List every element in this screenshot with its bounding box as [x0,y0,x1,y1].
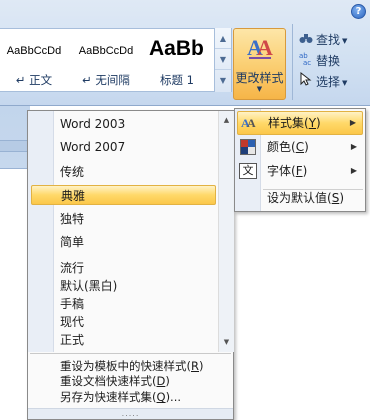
save-as-suffix: )... [165,390,182,404]
replace-icon: ab ac [298,51,314,71]
style-set-item[interactable]: 手稿 [60,294,84,314]
menu-gutter [28,111,54,352]
fonts-menu-item[interactable]: 文 字体(F) ▶ [237,160,363,184]
reset-template-key: R [191,359,199,373]
reset-document-styles-item[interactable]: 重设文档快速样式(D) [60,374,170,388]
save-as-text: 另存为快速样式集( [60,390,157,404]
style-set-item[interactable]: 正式 [60,330,84,350]
replace-label: 替换 [316,54,341,68]
change-styles-icon: A A [247,35,273,60]
style-set-item[interactable]: 简单 [60,232,84,252]
reset-template-close: ) [199,359,204,373]
svg-text:A: A [257,35,273,60]
reset-template-styles-item[interactable]: 重设为模板中的快速样式(R) [60,359,204,373]
colors-icon [239,139,257,155]
colors-menu-item[interactable]: 颜色(C) ▶ [237,136,363,160]
style-normal[interactable]: AaBbCcDd ↵ 正文 [0,31,68,89]
fonts-label: 字体(F) [267,164,308,178]
chevron-right-icon: ▶ [350,166,357,175]
fonts-icon: 文 [239,163,257,179]
find-label: 查找 [316,33,341,47]
select-label: 选择 [316,75,341,89]
select-chevron-icon: ▼ [342,78,348,87]
style-normal-name: ↵ 正文 [15,73,53,87]
style-set-item[interactable]: Word 2007 [60,137,125,157]
chevron-right-icon: ▶ [350,142,357,151]
style-set-item[interactable]: 默认(黑白) [60,276,117,296]
help-icon[interactable]: ? [351,4,366,19]
ruler [0,140,30,152]
save-as-key: Q [156,390,166,404]
ribbon: ? AaBbCcDd ↵ 正文 AaBbCcDd ↵ 无间隔 AaBb 标题 1… [0,0,370,106]
style-no-spacing-name: ↵ 无间隔 [82,73,130,87]
menu-scrollbar[interactable]: ▲ ▼ [218,111,234,352]
style-set-icon: AA [240,115,258,131]
chevron-right-icon: ▶ [349,118,356,127]
find-button[interactable]: 查找 ▼ [298,30,366,50]
change-styles-menu: AA 样式集(Y) ▶ 颜色(C) ▶ 文 字体(F) ▶ 设为默认值(S) [234,108,366,212]
resize-grip[interactable]: ..... [28,408,233,419]
find-chevron-icon: ▼ [342,36,348,45]
style-heading-1-sample: AaBb [149,37,204,60]
chevron-down-icon: ▼ [256,85,263,93]
style-heading-1[interactable]: AaBb 标题 1 [143,31,211,89]
style-normal-sample: AaBbCcDd [6,45,62,57]
ribbon-divider [292,24,293,100]
gallery-more-icon[interactable]: ▼ [215,70,231,91]
replace-button[interactable]: ab ac 替换 [298,51,366,71]
colors-label: 颜色(C) [267,140,309,154]
gallery-up-icon[interactable]: ▲ [215,28,231,49]
style-set-item[interactable]: Word 2003 [60,114,125,134]
save-style-set-item[interactable]: 另存为快速样式集(Q)... [60,390,181,404]
style-no-spacing[interactable]: AaBbCcDd ↵ 无间隔 [72,31,140,89]
style-set-item-selected[interactable]: 典雅 [31,185,216,205]
scroll-down-icon[interactable]: ▼ [219,335,234,349]
reset-document-close: ) [165,374,170,388]
style-set-item[interactable]: 独特 [60,209,84,229]
change-styles-button[interactable]: A A 更改样式 ▼ [233,28,286,100]
reset-document-text: 重设文档快速样式( [60,374,157,388]
binoculars-icon [298,30,314,50]
gallery-down-icon[interactable]: ▼ [215,49,231,70]
style-heading-1-name: 标题 1 [160,73,194,87]
svg-text:ac: ac [303,59,311,65]
style-set-menu: Word 2003 Word 2007 传统 典雅 独特 简单 流行 默认(黑白… [27,110,234,420]
style-no-spacing-sample: AaBbCcDd [78,45,134,57]
style-set-label: 样式集(Y) [268,116,321,130]
document-page[interactable] [0,168,30,420]
style-set-item[interactable]: 流行 [60,258,84,278]
set-as-default-label: 设为默认值(S) [267,191,344,205]
svg-text:A: A [247,116,256,129]
style-set-item[interactable]: 传统 [60,162,84,182]
style-set-item[interactable]: 现代 [60,312,84,332]
scroll-up-icon[interactable]: ▲ [219,113,234,127]
change-styles-label: 更改样式 [235,71,284,85]
quick-styles-gallery: AaBbCcDd ↵ 正文 AaBbCcDd ↵ 无间隔 AaBb 标题 1 [0,28,232,92]
select-button[interactable]: 选择 ▼ [298,71,366,92]
cursor-icon [298,71,314,92]
menu-divider [30,353,231,354]
reset-template-text: 重设为模板中的快速样式( [60,359,191,373]
set-as-default-item[interactable]: 设为默认值(S) [237,187,363,211]
gallery-scrollbar: ▲ ▼ ▼ [214,28,231,92]
style-set-menu-item[interactable]: AA 样式集(Y) ▶ [237,111,363,135]
